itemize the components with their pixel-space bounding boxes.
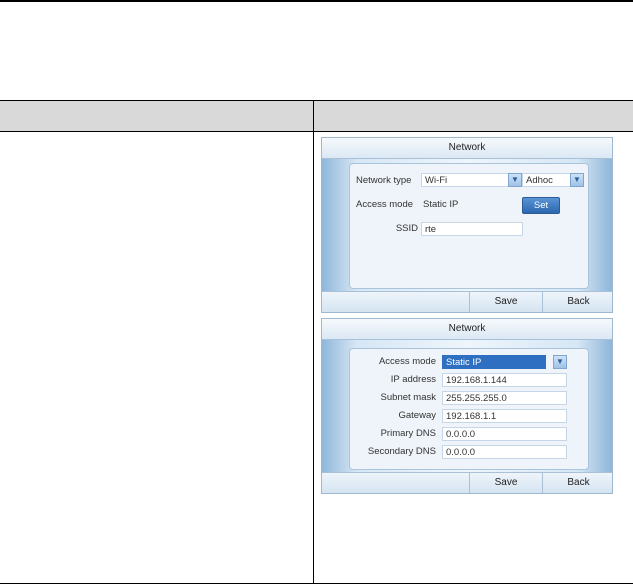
panel-title: Network: [322, 138, 612, 159]
set-button[interactable]: Set: [522, 197, 560, 214]
panel-footer: Save Back: [322, 291, 612, 312]
back-button[interactable]: Back: [542, 292, 614, 312]
gateway-field[interactable]: 192.168.1.1: [442, 409, 567, 423]
network-panel-static-ip: Network Access mode Static IP ▼ IP addre…: [321, 318, 613, 494]
settings-area: Network type Wi-Fi ▼ Adhoc ▼ Access mode…: [349, 163, 589, 289]
network-type-label: Network type: [356, 175, 412, 186]
access-mode-select[interactable]: Static IP: [442, 355, 546, 369]
subnet-mask-label: Subnet mask: [380, 392, 436, 403]
gateway-label: Gateway: [398, 410, 437, 421]
network-type-select[interactable]: Wi-Fi: [421, 173, 522, 187]
panel-title: Network: [322, 319, 612, 340]
ip-address-field[interactable]: 192.168.1.144: [442, 373, 567, 387]
access-mode-value: Static IP: [423, 199, 459, 210]
bottom-rule: [0, 583, 633, 584]
table-header: [0, 100, 633, 132]
column-divider: [313, 132, 314, 584]
save-button[interactable]: Save: [469, 292, 542, 312]
primary-dns-field[interactable]: 0.0.0.0: [442, 427, 567, 441]
secondary-dns-field[interactable]: 0.0.0.0: [442, 445, 567, 459]
primary-dns-label: Primary DNS: [380, 428, 436, 439]
access-mode-label: Access mode: [378, 356, 436, 367]
network-panel-wifi: Network Network type Wi-Fi ▼ Adhoc ▼ Acc…: [321, 137, 613, 313]
header-divider: [313, 101, 314, 131]
save-button[interactable]: Save: [469, 473, 542, 493]
settings-area: Access mode Static IP ▼ IP address 192.1…: [349, 348, 589, 470]
top-rule: [0, 0, 633, 2]
panel-footer: Save Back: [322, 472, 612, 493]
secondary-dns-label: Secondary DNS: [367, 446, 436, 457]
chevron-down-icon[interactable]: ▼: [553, 355, 567, 369]
ip-address-label: IP address: [390, 374, 436, 385]
ssid-label: SSID: [395, 223, 418, 234]
ssid-field[interactable]: rte: [421, 222, 523, 236]
chevron-down-icon[interactable]: ▼: [570, 173, 584, 187]
back-button[interactable]: Back: [542, 473, 614, 493]
access-mode-label: Access mode: [356, 199, 414, 210]
subnet-mask-field[interactable]: 255.255.255.0: [442, 391, 567, 405]
chevron-down-icon[interactable]: ▼: [508, 173, 522, 187]
